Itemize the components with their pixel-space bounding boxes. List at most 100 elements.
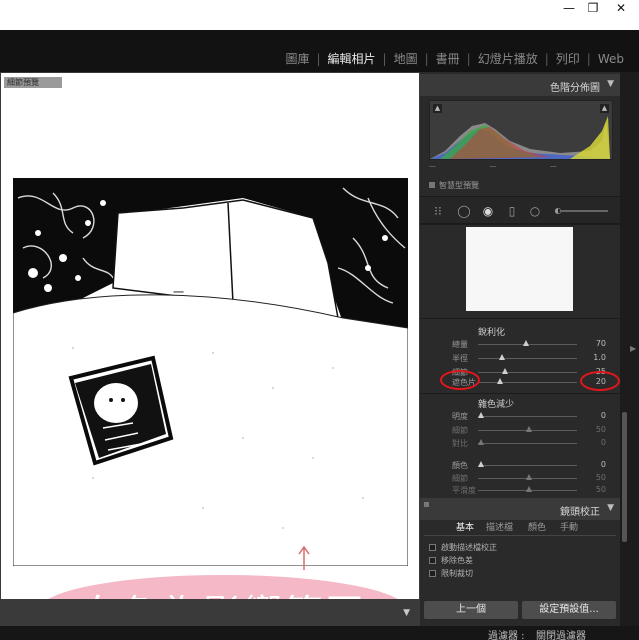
slider-track[interactable] xyxy=(478,416,577,417)
slider-track[interactable] xyxy=(478,372,577,373)
slider-track[interactable] xyxy=(478,465,577,466)
module-tab[interactable]: Web xyxy=(593,52,629,66)
slider-track[interactable] xyxy=(478,443,577,444)
histogram-graph xyxy=(430,116,612,159)
module-tab[interactable]: 幻燈片播放 xyxy=(473,50,543,67)
slider-thumb[interactable] xyxy=(499,354,506,360)
module-tab[interactable]: 編輯相片 xyxy=(323,50,381,67)
module-picker: 圖庫 | 編輯相片 | 地圖 | 書冊 | 幻燈片播放 | 列印 | Web xyxy=(0,30,639,72)
graduated-filter-icon[interactable]: ▯ xyxy=(504,203,520,219)
slider-value[interactable]: 70 xyxy=(596,339,606,348)
slider-label: 明度 xyxy=(452,412,468,421)
checkbox-label: 啟動描述檔校正 xyxy=(441,543,497,552)
lens-checkbox-row[interactable]: 啟動描述檔校正 xyxy=(429,542,619,554)
checkbox[interactable] xyxy=(429,557,436,564)
slider-row[interactable]: 總量 70 xyxy=(420,337,620,351)
slider-thumb[interactable] xyxy=(526,486,532,492)
lens-tab[interactable]: 顏色 xyxy=(528,520,546,533)
slider-track[interactable] xyxy=(478,382,577,383)
detail-preview-tag: 細節預覽 xyxy=(4,77,62,88)
module-separator: | xyxy=(586,51,591,66)
slider-label: 總量 xyxy=(452,340,468,349)
lens-tab[interactable]: 手動 xyxy=(560,520,578,533)
annotation-text: 白色為影響範圍 xyxy=(79,583,366,600)
slider-value[interactable]: 0 xyxy=(601,460,606,469)
slider-thumb[interactable] xyxy=(478,461,484,467)
smart-preview-status[interactable]: 智慧型預覽 xyxy=(429,178,613,194)
slider-row[interactable]: 平滑度 50 xyxy=(420,483,620,497)
slider-thumb[interactable] xyxy=(526,474,532,480)
slider-label: 平滑度 xyxy=(452,486,476,495)
module-separator: | xyxy=(382,51,387,66)
checkbox[interactable] xyxy=(429,570,436,577)
previous-button[interactable]: 上一個 xyxy=(424,601,518,619)
checkbox-label: 移除色差 xyxy=(441,556,473,565)
photo-view[interactable]: 細節預覽 一 xyxy=(0,72,420,600)
histogram-title: 色階分佈圖 xyxy=(550,83,600,94)
panel-switch-icon[interactable] xyxy=(424,502,429,507)
lens-tab[interactable]: 基本 xyxy=(456,520,474,533)
collapse-triangle-icon: ▼ xyxy=(607,503,614,513)
annotation-bubble: 白色為影響範圍 xyxy=(39,575,407,600)
spot-removal-icon[interactable]: ◯ xyxy=(456,203,472,219)
slider-value[interactable]: 0 xyxy=(601,411,606,420)
lens-corrections-title: 鏡頭校正 xyxy=(560,507,600,518)
histogram-header[interactable]: 色階分佈圖 ▼ xyxy=(420,74,620,96)
panel-toggle-arrow-icon[interactable]: ▶ xyxy=(630,344,636,353)
slider-thumb[interactable] xyxy=(478,439,484,445)
slider-label: 對比 xyxy=(452,439,468,448)
smart-preview-label: 智慧型預覽 xyxy=(439,181,479,190)
slider-row[interactable]: 細節 50 xyxy=(420,423,620,437)
slider-track[interactable] xyxy=(478,358,577,359)
filter-bar: 過濾器 : 關閉過濾器 xyxy=(0,626,639,640)
tool-slider[interactable] xyxy=(560,210,608,212)
lens-tab[interactable]: 描述檔 xyxy=(486,520,513,533)
annotation-arrow xyxy=(298,545,310,570)
slider-label: 顏色 xyxy=(452,461,468,470)
slider-row[interactable]: 半徑 1.0 xyxy=(420,351,620,365)
module-list: 圖庫 | 編輯相片 | 地圖 | 書冊 | 幻燈片播放 | 列印 | Web xyxy=(280,50,629,67)
module-tab[interactable]: 地圖 xyxy=(389,50,423,67)
highlight-circle xyxy=(440,370,480,390)
slider-thumb[interactable] xyxy=(523,340,530,346)
checkbox[interactable] xyxy=(429,544,436,551)
slider-thumb[interactable] xyxy=(497,378,504,384)
module-separator: | xyxy=(544,51,549,66)
slider-thumb[interactable] xyxy=(526,426,532,432)
divider xyxy=(420,224,620,225)
close-button[interactable]: ✕ xyxy=(604,0,638,22)
module-separator: | xyxy=(316,51,321,66)
slider-label: 半徑 xyxy=(452,354,468,363)
collapse-triangle-icon: ▼ xyxy=(607,79,614,89)
filter-label: 過濾器 : xyxy=(488,631,525,640)
divider xyxy=(420,393,620,394)
slider-value[interactable]: 50 xyxy=(596,473,606,482)
slider-row[interactable]: 顏色 0 xyxy=(420,458,620,472)
scrollbar-thumb[interactable] xyxy=(622,412,627,542)
slider-row[interactable]: 對比 0 xyxy=(420,436,620,450)
lens-checkbox-row[interactable]: 移除色差 xyxy=(429,555,619,567)
module-tab[interactable]: 書冊 xyxy=(431,50,465,67)
slider-value[interactable]: 1.0 xyxy=(593,353,606,362)
toolbar-collapse-icon[interactable]: ▼ xyxy=(403,608,410,618)
module-separator: | xyxy=(466,51,471,66)
set-default-button[interactable]: 設定預設值... xyxy=(522,601,616,619)
radial-filter-icon[interactable]: ○ xyxy=(527,203,543,219)
right-panel-scrollbar[interactable]: ▶ xyxy=(620,72,639,626)
red-eye-icon[interactable]: ◉ xyxy=(480,203,496,219)
slider-value[interactable]: 50 xyxy=(596,485,606,494)
slider-thumb[interactable] xyxy=(502,368,508,374)
lens-checkbox-row[interactable]: 限制裁切 xyxy=(429,568,619,580)
detail-zoom-preview[interactable] xyxy=(466,227,573,311)
module-tab[interactable]: 圖庫 xyxy=(280,50,314,67)
slider-thumb[interactable] xyxy=(478,412,484,418)
module-tab[interactable]: 列印 xyxy=(551,50,585,67)
crop-overlay-icon[interactable]: ⁝⁝ xyxy=(430,203,446,219)
lens-corrections-header[interactable]: 鏡頭校正 ▼ xyxy=(420,498,620,520)
slider-row[interactable]: 明度 0 xyxy=(420,409,620,423)
filter-dropdown[interactable]: 關閉過濾器 xyxy=(536,627,586,640)
histogram[interactable]: ▲ ▲ xyxy=(429,100,613,160)
slider-value[interactable]: 50 xyxy=(596,425,606,434)
highlight-circle xyxy=(580,371,620,391)
slider-value[interactable]: 0 xyxy=(601,438,606,447)
